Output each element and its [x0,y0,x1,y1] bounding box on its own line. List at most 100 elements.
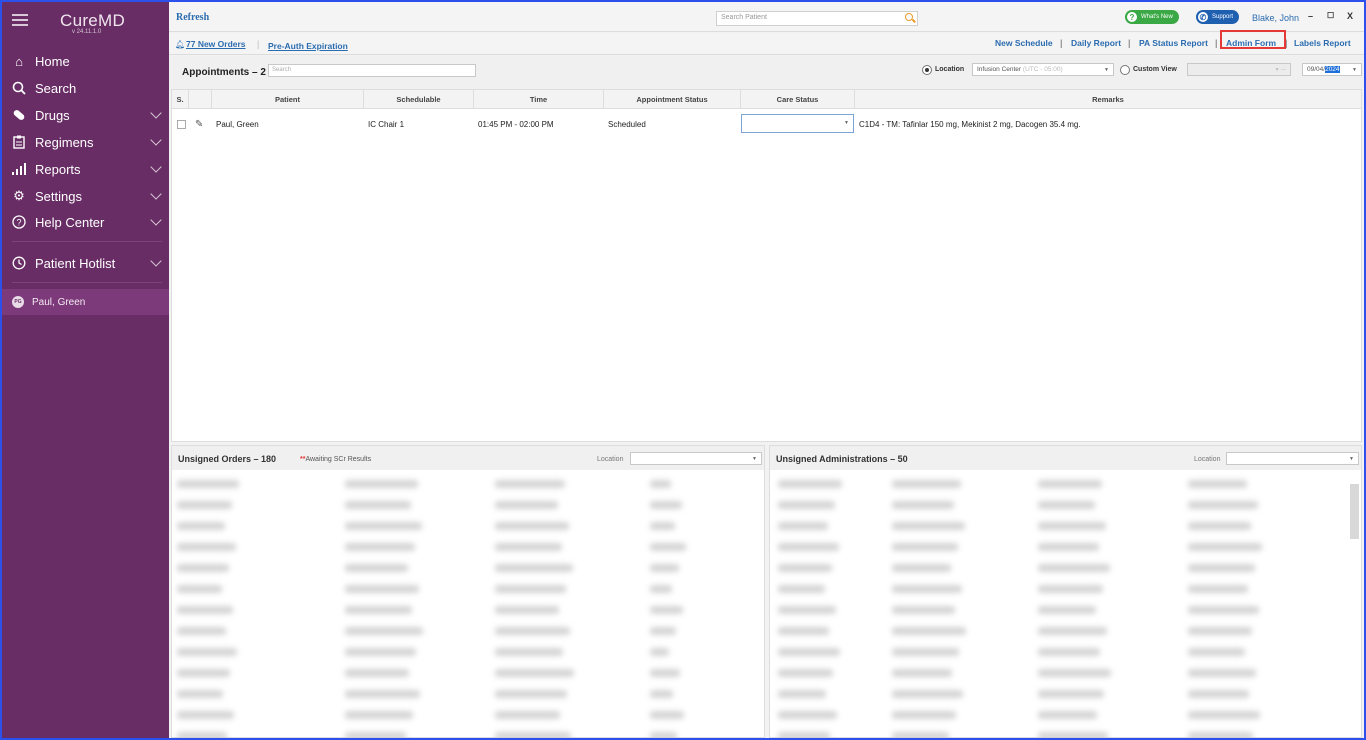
redacted-cell [495,564,573,572]
column-header-appointment-status[interactable]: Appointment Status [604,90,741,109]
location-radio-label: Location [935,66,965,73]
chevron-down-icon [150,188,162,200]
preauth-expiration-link[interactable]: Pre-Auth Expiration [268,41,348,51]
redacted-cell [345,690,420,698]
redacted-cell [1038,501,1095,509]
column-header-s[interactable]: S. [172,90,189,109]
redacted-cell [778,522,828,530]
hamburger-menu-icon[interactable] [12,14,28,26]
care-status-select[interactable]: ▼ [741,114,854,133]
redacted-cell [1038,669,1111,677]
pencil-icon[interactable]: ✎ [195,110,203,138]
location-radio[interactable] [922,65,932,75]
column-header-time[interactable]: Time [474,90,604,109]
redacted-cell [495,690,567,698]
redacted-cell [177,564,229,572]
redacted-cell [650,690,673,698]
sidebar-item-settings[interactable]: ⚙ Settings [2,183,169,209]
redacted-cell [495,711,560,719]
dropdown-arrow-icon: ▼ — [1274,67,1286,73]
patient-avatar: PG [12,296,24,308]
refresh-button[interactable]: Refresh [176,12,209,23]
unsigned-administrations-title: Unsigned Administrations – 50 [776,454,908,464]
redacted-cell [177,543,236,551]
sidebar-item-help-center[interactable]: ? Help Center [2,209,169,235]
redacted-cell [1188,522,1251,530]
redacted-cell [345,480,418,488]
custom-view-radio[interactable] [1120,65,1130,75]
redacted-cell [1188,669,1256,677]
redacted-cell [177,669,230,677]
close-button[interactable]: X [1347,11,1353,21]
daily-report-link[interactable]: Daily Report [1071,38,1121,48]
sidebar-item-regimens[interactable]: Regimens [2,129,169,155]
pa-status-report-link[interactable]: PA Status Report [1139,38,1208,48]
orders-location-select[interactable]: ▼ [630,452,762,465]
labels-report-link[interactable]: Labels Report [1294,38,1351,48]
new-schedule-link[interactable]: New Schedule [995,38,1053,48]
redacted-cell [1188,690,1249,698]
row-checkbox[interactable] [177,119,186,129]
redacted-cell [345,606,412,614]
redacted-cell [650,669,680,677]
patient-search-input[interactable]: Search Patient [716,11,918,26]
redacted-cell [892,543,958,551]
sidebar-item-label: Home [35,53,70,69]
redacted-cell [1038,543,1099,551]
redacted-cell [177,606,233,614]
scrollbar[interactable] [1350,484,1359,539]
admins-location-select[interactable]: ▼ [1226,452,1359,465]
sidebar-item-patient-hotlist[interactable]: Patient Hotlist [2,250,169,276]
custom-view-select[interactable]: ▼ — [1187,63,1291,76]
patient-name[interactable]: Paul, Green [216,110,259,138]
sidebar-item-label: Regimens [35,134,94,150]
column-header-patient[interactable]: Patient [212,90,364,109]
link-separator: | [1060,38,1063,48]
redacted-cell [495,606,559,614]
app-logo: CureMD [60,11,126,30]
sidebar-item-home[interactable]: ⌂ Home [2,48,169,74]
bell-icon: 🔔︎ [175,40,186,49]
link-separator: | [1128,38,1131,48]
column-header-schedulable[interactable]: Schedulable [364,90,474,109]
sidebar-item-label: Help Center [35,214,105,230]
appointments-search-input[interactable]: Search [268,64,476,77]
user-menu[interactable]: Blake, John [1252,13,1299,23]
redacted-cell [1038,690,1104,698]
sidebar-item-search[interactable]: Search [2,75,169,101]
column-header-remarks[interactable]: Remarks [855,90,1361,109]
redacted-cell [650,564,679,572]
redacted-cell [1038,627,1107,635]
redacted-cell [892,480,961,488]
redacted-cell [1038,585,1103,593]
minimize-button[interactable]: – [1308,11,1313,21]
redacted-cell [345,585,419,593]
patient-search-placeholder: Search Patient [721,14,767,21]
search-icon[interactable] [905,13,913,21]
redacted-cell [345,522,422,530]
redacted-cell [1188,648,1245,656]
clipboard-icon [11,134,27,150]
column-header-care-status[interactable]: Care Status [741,90,855,109]
new-orders-link[interactable]: 77 New Orders [186,39,246,49]
date-picker[interactable]: 09/04/2024 ▼ [1302,63,1362,76]
sidebar-item-reports[interactable]: Reports [2,156,169,182]
unsigned-administrations-panel: Unsigned Administrations – 50 Location ▼ [769,445,1362,738]
redacted-cell [1188,711,1260,719]
table-row[interactable]: ✎ Paul, Green IC Chair 1 01:45 PM - 02:0… [172,110,1361,138]
hotlist-patient[interactable]: PG Paul, Green [2,289,169,315]
redacted-cell [892,648,959,656]
date-year-selected: 2024 [1325,66,1340,73]
search-icon [11,80,27,96]
maximize-button[interactable]: ☐ [1327,11,1334,20]
redacted-cell [650,543,686,551]
whats-new-button[interactable]: ? What's New [1125,10,1179,24]
sidebar-item-drugs[interactable]: Drugs [2,102,169,128]
redacted-cell [650,522,675,530]
app-window: CureMD v 24.11.1.0 ⌂ Home Search Drugs R… [2,2,1364,738]
redacted-cell [778,501,835,509]
redacted-cell [778,564,832,572]
location-select[interactable]: Infusion Center (UTC - 05:00) ▼ [972,63,1114,76]
support-button[interactable]: ✆ Support [1196,10,1240,24]
appointment-status: Scheduled [608,119,646,129]
